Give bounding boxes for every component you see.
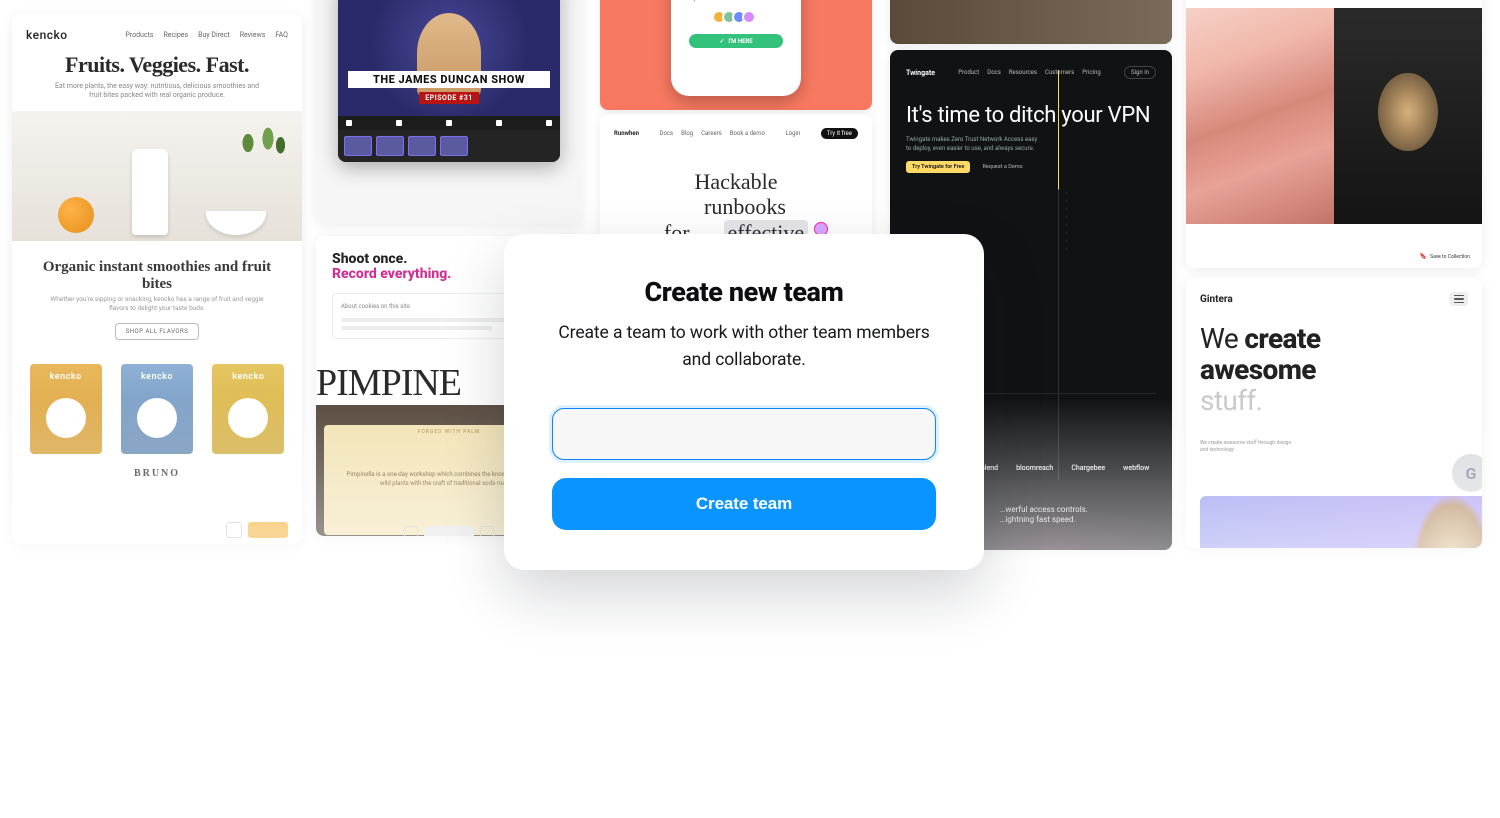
kencko-pack: kencko <box>30 364 102 454</box>
gintera-fab: G <box>1452 454 1482 492</box>
nav-link: Recipes <box>163 31 188 39</box>
nav-link: Reviews <box>240 31 266 39</box>
gintera-strip <box>1200 496 1482 548</box>
vpn-cta-secondary: Request a Demo <box>976 161 1028 173</box>
kencko-section-title: Organic instant smoothies and fruit bite… <box>26 259 288 294</box>
modal-title: Create new team <box>552 276 936 308</box>
kencko-logo: kencko <box>26 28 68 42</box>
kencko-section-subtitle: Whether you're sipping or snacking, kenc… <box>26 295 288 313</box>
vpn-cta-primary: Try Twingate for Free <box>906 161 970 173</box>
runbook-brand: Runwhen <box>614 130 639 137</box>
create-team-modal: Create new team Create a team to work wi… <box>504 234 984 570</box>
kencko-product-row: kencko kencko kencko <box>20 354 294 454</box>
zara-photo-dark <box>1334 8 1482 224</box>
kencko-pack: kencko <box>212 364 284 454</box>
vpn-brand: Twingate <box>906 69 935 77</box>
bg-card-kencko: kencko Products Recipes Buy Direct Revie… <box>12 14 302 544</box>
gintera-brand: Gintera <box>1200 294 1233 305</box>
team-name-input[interactable] <box>552 408 936 460</box>
runbook-heading: Hackable <box>614 169 858 194</box>
zara-logo: ARA ZARA <box>1186 0 1442 2</box>
kencko-pager <box>226 522 288 538</box>
create-team-button[interactable]: Create team <box>552 478 936 530</box>
nav-link: FAQ <box>275 31 288 39</box>
video-player: THE JAMES DUNCAN SHOW EPISODE #31 <box>338 0 560 116</box>
menu-icon <box>1450 292 1468 306</box>
bg-card-gintera: Gintera We create awesome stuff. We crea… <box>1186 278 1482 548</box>
kencko-nav: Products Recipes Buy Direct Reviews FAQ <box>125 31 288 39</box>
vpn-hero: It's time to ditch your VPN <box>906 103 1156 128</box>
episode-badge: EPISODE #31 <box>419 92 479 104</box>
kencko-pack: kencko <box>121 364 193 454</box>
bg-card-show: THE JAMES DUNCAN SHOW EPISODE #31 <box>316 0 582 224</box>
vpn-code-list <box>1066 190 1156 254</box>
kencko-hero-title: Fruits. Veggies. Fast. <box>26 52 288 78</box>
kencko-footer-brand: BRUNO <box>26 468 288 479</box>
browser-window: THE JAMES DUNCAN SHOW EPISODE #31 <box>338 0 560 162</box>
save-tag: Save to Collection <box>1416 251 1474 262</box>
gintera-headline: We create awesome stuff. <box>1200 324 1468 416</box>
kencko-hero-subtitle: Eat more plants, the easy way: nutritiou… <box>26 82 288 101</box>
show-title: THE JAMES DUNCAN SHOW <box>348 71 550 88</box>
bg-card-video-peek <box>890 0 1172 44</box>
phone-button: I'M HERE <box>689 34 783 48</box>
kencko-cta: SHOP ALL FLAVORS <box>115 323 199 340</box>
nav-link: Products <box>125 31 153 39</box>
vpn-sub: Twingate makes Zero Trust Network Access… <box>906 136 1042 153</box>
shoot-pager <box>404 526 494 536</box>
bg-card-zara: ARA ZARA Save to Collection <box>1186 0 1482 268</box>
bg-card-orange: 240posts 800likes 47faves I'M HERE <box>600 0 872 110</box>
phone-mock: 240posts 800likes 47faves I'M HERE <box>671 0 801 96</box>
zara-photo-lips <box>1186 8 1334 224</box>
gintera-meta: We create awesome stuff through design a… <box>1200 440 1300 454</box>
modal-description: Create a team to work with other team me… <box>552 320 936 374</box>
nav-link: Buy Direct <box>198 31 230 39</box>
kencko-hero-photo <box>12 111 302 241</box>
